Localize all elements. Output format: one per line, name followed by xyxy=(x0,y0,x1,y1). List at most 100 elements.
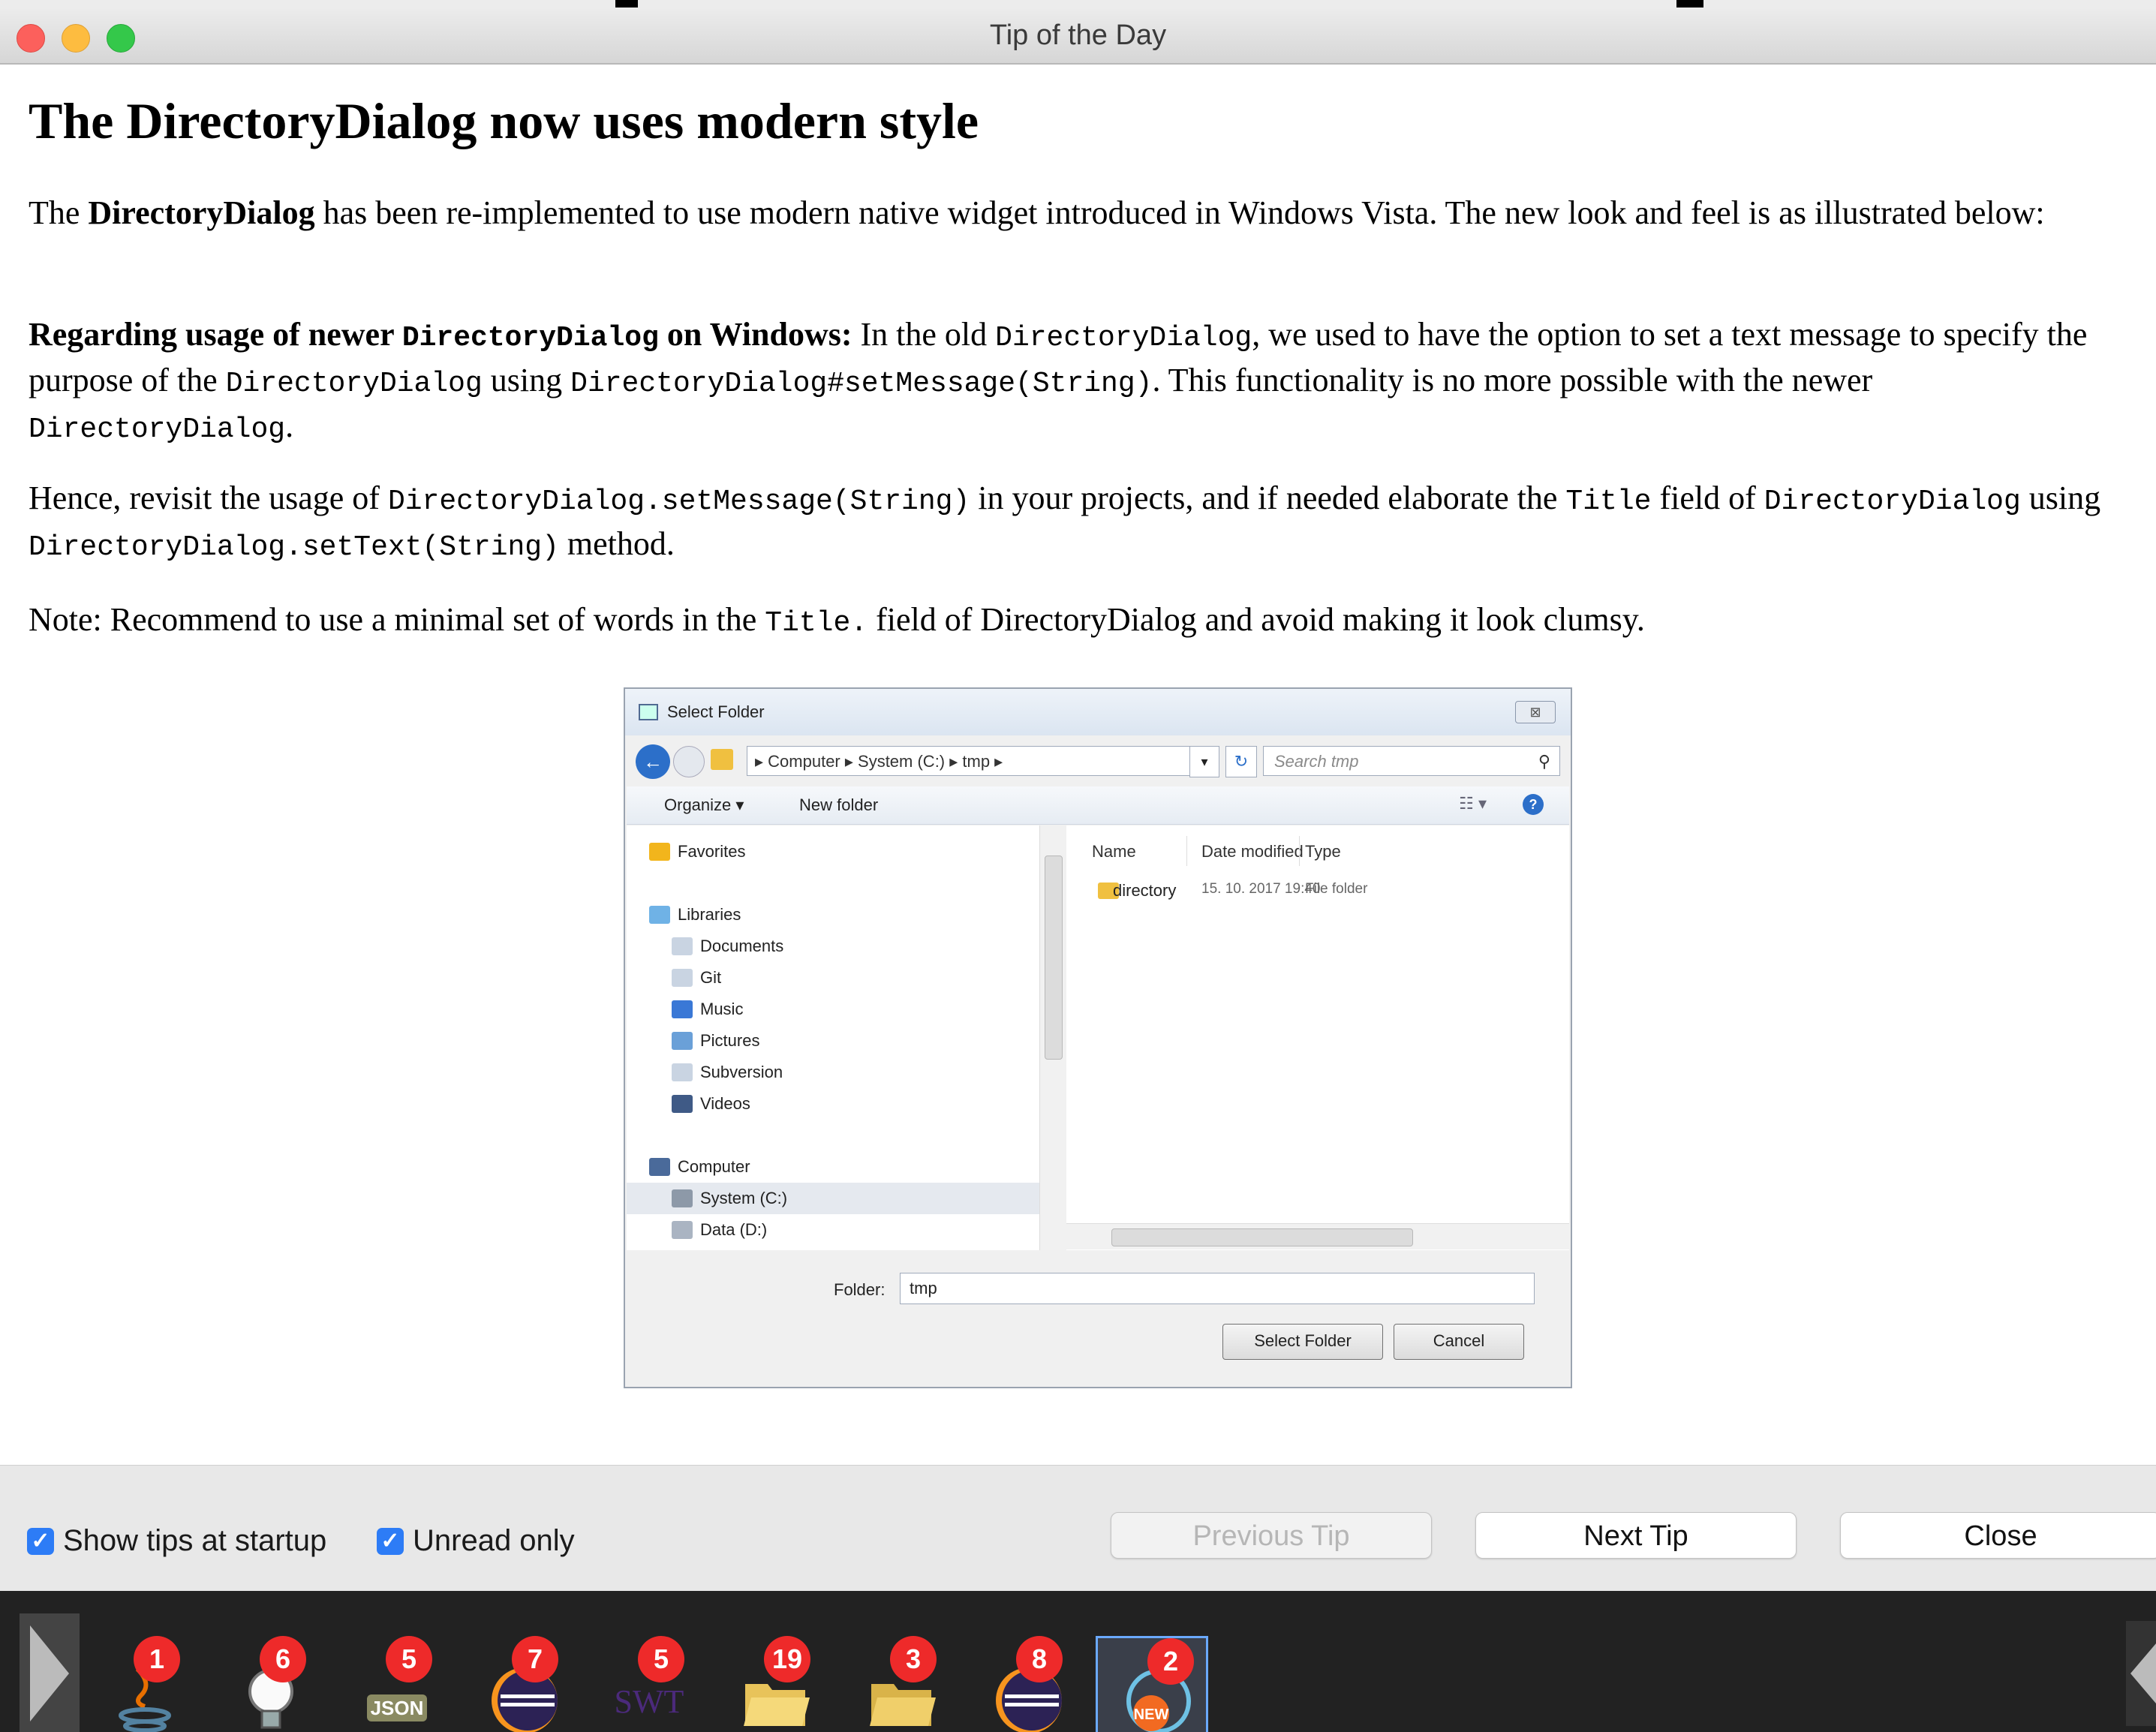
screenshot-close-icon: ⊠ xyxy=(1515,701,1556,723)
star-icon xyxy=(649,843,670,861)
nav-item-documents: Documents xyxy=(672,937,783,956)
folder-icon xyxy=(711,749,733,770)
code-span: Title. xyxy=(765,607,868,639)
nav-item-favorites: Favorites xyxy=(649,842,745,861)
notification-badge: 6 xyxy=(260,1636,306,1682)
checkbox-label: Show tips at startup xyxy=(63,1524,327,1557)
music-icon xyxy=(672,1000,693,1018)
nav-item-pictures: Pictures xyxy=(672,1031,759,1051)
horizontal-scrollbar xyxy=(1066,1223,1569,1249)
file-type: File folder xyxy=(1305,881,1368,897)
videos-icon xyxy=(672,1095,693,1113)
nav-item-data-d: Data (D:) xyxy=(672,1220,767,1240)
view-options-icon: ☷ ▾ xyxy=(1459,794,1487,813)
dock-item-new-feature[interactable]: NEW 2 xyxy=(1096,1636,1208,1732)
column-divider xyxy=(1299,836,1300,866)
column-header-name: Name xyxy=(1092,842,1136,861)
nav-item-music: Music xyxy=(672,1000,743,1019)
code-span: Title xyxy=(1565,486,1652,518)
tip-content: The DirectoryDialog now uses modern styl… xyxy=(0,65,2156,1465)
tip-paragraph-revisit: Hence, revisit the usage of DirectoryDia… xyxy=(29,477,2141,569)
forward-arrow-icon xyxy=(673,746,705,777)
previous-tip-button[interactable]: Previous Tip xyxy=(1111,1512,1432,1559)
next-tip-button[interactable]: Next Tip xyxy=(1475,1512,1797,1559)
file-date: 15. 10. 2017 19:40 xyxy=(1201,881,1321,897)
dock-item-folder[interactable]: 3 xyxy=(840,1636,953,1732)
notification-badge: 3 xyxy=(890,1636,937,1682)
help-icon: ? xyxy=(1523,794,1544,815)
dock-item-java[interactable]: 1 xyxy=(84,1636,197,1732)
notification-badge: 7 xyxy=(512,1636,558,1682)
code-span: DirectoryDialog xyxy=(225,368,483,400)
refresh-icon: ↻ xyxy=(1225,746,1257,777)
screenshot-title: Select Folder xyxy=(667,702,765,721)
select-folder-button: Select Folder xyxy=(1222,1324,1383,1360)
dock-scroll-left-icon[interactable] xyxy=(20,1613,80,1732)
bold-span: Regarding usage of newer xyxy=(29,316,402,353)
notification-badge: 2 xyxy=(1147,1638,1194,1685)
notification-badge: 5 xyxy=(386,1636,432,1682)
code-span: DirectoryDialog xyxy=(1764,486,2021,518)
nav-label: Subversion xyxy=(700,1063,783,1081)
scrollbar-thumb xyxy=(1111,1228,1413,1246)
nav-label: Libraries xyxy=(678,905,741,924)
notification-badge: 19 xyxy=(764,1636,810,1682)
dock-item-swt[interactable]: SWT 5 xyxy=(588,1636,701,1732)
nav-label: System (C:) xyxy=(700,1189,788,1207)
select-folder-screenshot: Select Folder ⊠ ← ▸ Computer ▸ System (C… xyxy=(624,687,1572,1388)
dock-item-folder-open[interactable]: 19 xyxy=(714,1636,827,1732)
pictures-icon xyxy=(672,1032,693,1050)
checkmark-icon[interactable]: ✓ xyxy=(377,1527,404,1555)
unread-only-checkbox[interactable]: ✓ Unread only xyxy=(377,1524,575,1558)
cancel-button: Cancel xyxy=(1394,1324,1524,1360)
notification-badge: 5 xyxy=(638,1636,684,1682)
show-tips-checkbox[interactable]: ✓ Show tips at startup xyxy=(27,1524,326,1558)
tip-paragraph-usage: Regarding usage of newer DirectoryDialog… xyxy=(29,314,2141,451)
dock-item-tips[interactable]: 6 xyxy=(210,1636,323,1732)
tip-paragraph-intro: The DirectoryDialog has been re-implemen… xyxy=(29,192,2141,234)
scrollbar-thumb xyxy=(1045,855,1063,1060)
nav-label: Favorites xyxy=(678,842,746,861)
dock-item-json[interactable]: JSON 5 xyxy=(336,1636,449,1732)
nav-item-git: Git xyxy=(672,968,721,988)
nav-item-videos: Videos xyxy=(672,1094,750,1114)
nav-label: Pictures xyxy=(700,1031,760,1050)
dock-item-eclipse[interactable]: 7 xyxy=(462,1636,575,1732)
tip-of-the-day-window: Tip of the Day The DirectoryDialog now u… xyxy=(0,8,2156,1732)
back-arrow-icon: ← xyxy=(636,744,670,779)
text-span: has been re-implemented to use modern na… xyxy=(314,194,2045,231)
file-name: directory xyxy=(1113,881,1177,900)
swt-icon-label: SWT xyxy=(615,1683,684,1720)
subversion-icon xyxy=(672,1063,693,1081)
code-span: DirectoryDialog.setText(String) xyxy=(29,531,559,564)
text-span: method. xyxy=(558,525,675,562)
organize-menu: Organize ▾ xyxy=(664,795,744,814)
text-span: field of xyxy=(1651,480,1764,516)
new-icon-label: NEW xyxy=(1134,1706,1169,1723)
code-span: DirectoryDialog xyxy=(401,322,659,354)
code-span: DirectoryDialog xyxy=(995,322,1252,354)
dock-scroll-right-icon[interactable] xyxy=(2126,1621,2156,1726)
folder-field-label: Folder: xyxy=(834,1280,886,1299)
tip-heading: The DirectoryDialog now uses modern styl… xyxy=(29,92,979,149)
dock-item-eclipse[interactable]: 8 xyxy=(967,1636,1079,1732)
nav-label: Data (D:) xyxy=(700,1220,768,1239)
nav-item-libraries: Libraries xyxy=(649,905,741,925)
search-box: Search tmp ⚲ xyxy=(1263,746,1560,776)
folder-field: tmp xyxy=(900,1273,1535,1304)
navigation-scrollbar xyxy=(1039,825,1066,1250)
close-button[interactable]: Close xyxy=(1840,1512,2156,1559)
nav-label: Computer xyxy=(678,1157,750,1176)
dock-bar: 1 6 JSON 5 7 SWT 5 19 3 8 NEW 2 xyxy=(0,1591,2156,1732)
nav-item-subversion: Subversion xyxy=(672,1063,783,1082)
git-library-icon xyxy=(672,969,693,987)
column-divider xyxy=(1186,836,1187,866)
window-titlebar[interactable]: Tip of the Day xyxy=(0,8,2156,65)
column-header-date: Date modified xyxy=(1201,842,1304,861)
address-bar: ← ▸ Computer ▸ System (C:) ▸ tmp ▸ ▾ ↻ S… xyxy=(636,741,1560,780)
search-placeholder: Search tmp xyxy=(1274,752,1359,771)
nav-label: Git xyxy=(700,968,722,987)
code-span: DirectoryDialog.setMessage(String) xyxy=(387,486,970,518)
checkmark-icon[interactable]: ✓ xyxy=(27,1527,54,1555)
text-span: using xyxy=(482,362,571,398)
